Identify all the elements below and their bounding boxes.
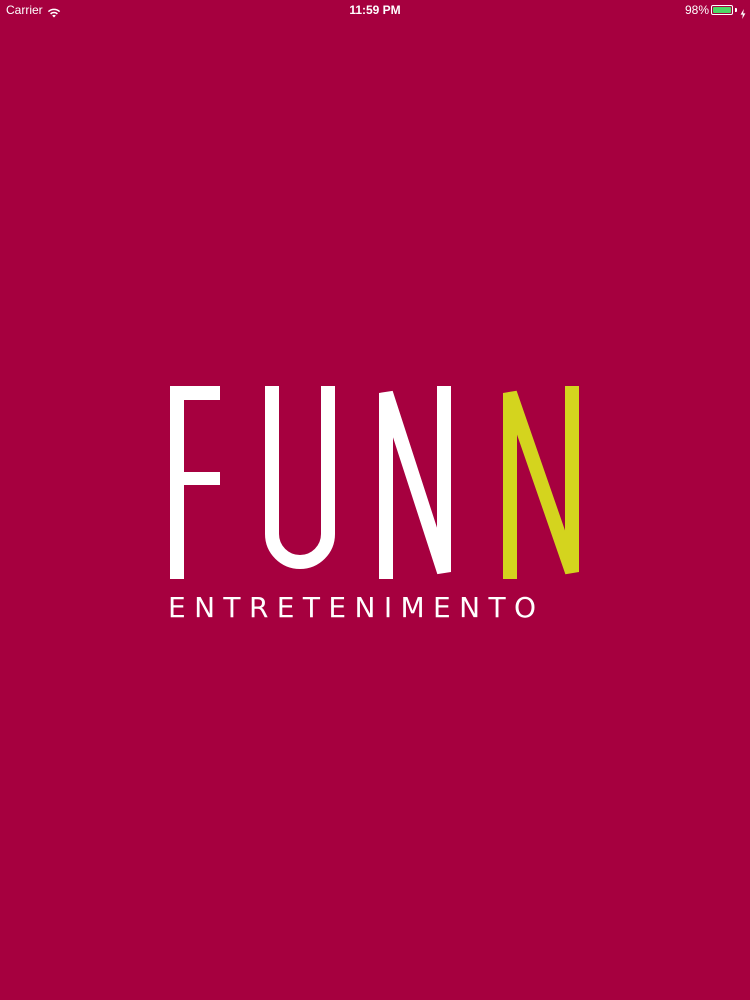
status-bar: Carrier 11:59 PM 98% [0,0,750,20]
status-time: 11:59 PM [349,3,401,17]
status-right: 98% [685,0,746,20]
wordmark-letter-f [170,386,220,579]
funn-logo: ENTRETENIMENTO [168,386,588,626]
charging-bolt-icon [740,5,746,19]
wordmark-letter-u [265,386,335,569]
battery-fill [713,7,731,13]
wordmark-letter-n1 [379,386,451,579]
battery-icon [711,5,733,15]
battery-percent: 98% [684,3,709,17]
funn-wordmark [170,386,579,579]
battery-tip-icon [735,8,737,12]
logo-tagline: ENTRETENIMENTO [168,591,545,624]
wordmark-letter-n2 [503,386,579,579]
